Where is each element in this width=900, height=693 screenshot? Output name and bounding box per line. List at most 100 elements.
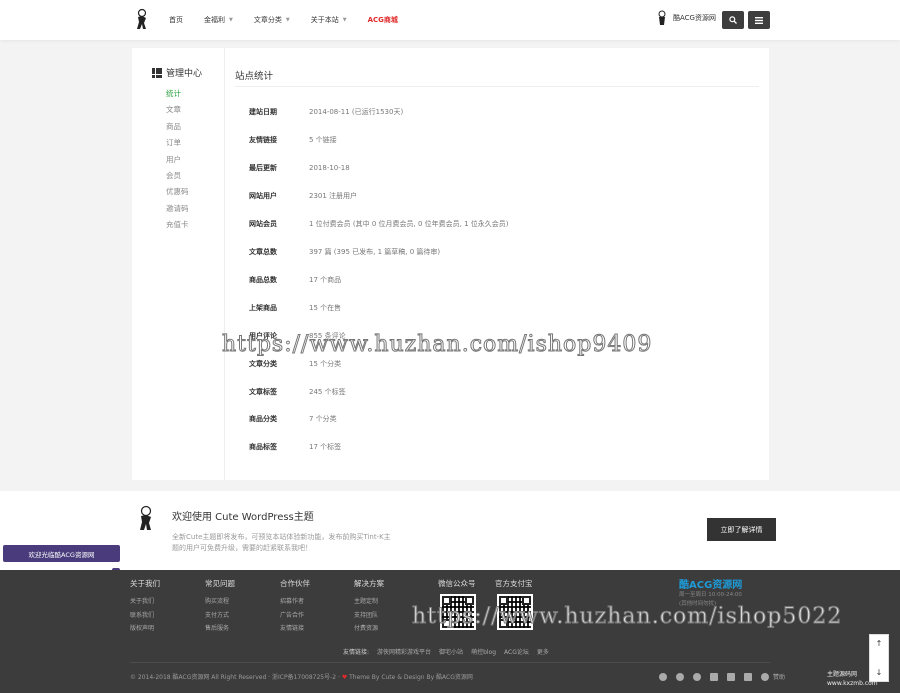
stat-value: 2301 注册用户 [309, 192, 358, 200]
stat-row: 文章标签 245 个标签 [249, 385, 346, 399]
stat-row: 商品总数 17 个商品 [249, 273, 341, 287]
welcome-avatar [140, 505, 152, 530]
sidebar-item[interactable]: 邀请码 [166, 201, 189, 217]
mail-icon[interactable] [710, 672, 718, 681]
admin-panel: 管理中心 统计 文章 商品 订单 用户 会员 优惠码 邀请码 充值卡 站点统计 建站日期 2014… [132, 48, 769, 480]
stat-row: 网站会员 1 位付费会员 (其中 0 位月费会员, 0 位年费会员, 1 位永久会… [249, 217, 509, 231]
welcome-banner: 欢迎使用 Cute WordPress主题 全新Cute主题即将发布，可预览本站… [0, 491, 900, 570]
sidebar-title: 管理中心 [152, 66, 202, 79]
stat-row: 网站用户 2301 注册用户 [249, 189, 357, 203]
stat-row: 友情链接 5 个链接 [249, 133, 337, 147]
footer-link[interactable]: 招募作者 [280, 595, 310, 609]
social-links: 赞助 [659, 672, 785, 681]
float-welcome-tag[interactable]: 欢迎光临 酷ACG资源网 [3, 545, 120, 562]
wechat-icon[interactable] [676, 672, 684, 681]
sidebar-item[interactable]: 会员 [166, 168, 189, 184]
watermark-text: https://www.huzhan.com/ishop9409 [221, 332, 653, 358]
stat-value: 15 个在售 [309, 304, 342, 312]
site-header: 首页 金福利 ▼ 文章分类 ▼ 关于本站 ▼ ACG商城 酷ACG资源网 [0, 0, 900, 40]
page-title: 站点统计 [235, 71, 274, 82]
sidebar-item[interactable]: 文章 [166, 102, 189, 118]
rss-icon[interactable] [727, 672, 735, 681]
qr-wechat-block: 微信公众号 [438, 579, 476, 588]
footer-link[interactable]: 广告合作 [280, 609, 310, 623]
stat-label: 文章标签 [249, 388, 277, 396]
nav-item[interactable]: ACG商城 [368, 15, 398, 25]
stat-value: 397 篇 (395 已发布, 1 篇草稿, 0 篇待审) [309, 248, 441, 256]
footer-link[interactable]: 售后服务 [205, 622, 235, 636]
stat-label: 文章总数 [249, 248, 277, 256]
search-icon [729, 16, 737, 24]
footer-link[interactable]: 联系我们 [130, 609, 160, 623]
grid-menu-icon[interactable] [744, 672, 752, 681]
sidebar-menu: 统计 文章 商品 订单 用户 会员 优惠码 邀请码 充值卡 [166, 86, 189, 234]
nav-item[interactable]: 金福利 ▼ [204, 15, 233, 25]
stat-label: 网站用户 [249, 192, 277, 200]
user-name[interactable]: 酷ACG资源网 [673, 13, 716, 23]
avatar [658, 10, 666, 25]
user-menu[interactable]: 酷ACG资源网 [656, 10, 716, 26]
friend-link[interactable]: 萌控blog [471, 647, 496, 656]
donate-icon[interactable] [761, 672, 769, 681]
site-logo[interactable] [134, 8, 150, 30]
sidebar-item[interactable]: 订单 [166, 135, 189, 151]
menu-button[interactable] [748, 11, 770, 29]
stat-label: 文章分类 [249, 360, 277, 368]
stat-value: 245 个标签 [309, 388, 346, 396]
stat-row: 文章分类 15 个分类 [249, 357, 341, 371]
welcome-description: 全新Cute主题即将发布，可预览本站体验新功能，发布前购买Tint-K主题的用户… [172, 533, 391, 552]
learn-more-button[interactable]: 立即了解详情 [707, 518, 776, 541]
stat-row: 建站日期 2014-08-11 (已运行1530天) [249, 105, 403, 119]
stat-row: 上架商品 15 个在售 [249, 301, 341, 315]
copyright: © 2014-2018 酷ACG资源网 All Right Reserved ·… [130, 674, 473, 681]
sidebar-item[interactable]: 充值卡 [166, 217, 189, 233]
chevron-down-icon: ▼ [342, 17, 347, 23]
footer-link[interactable]: 关于我们 [130, 595, 160, 609]
footer-column: 关于我们 关于我们 联系我们 版权声明 [130, 578, 160, 636]
footer-link[interactable]: 友情链接 [280, 622, 310, 636]
footer-link[interactable]: 购买流程 [205, 595, 235, 609]
qq-icon[interactable] [659, 672, 667, 681]
footer-link[interactable]: 支持团队 [354, 609, 384, 623]
stat-label: 商品分类 [249, 415, 277, 423]
nav-item[interactable]: 关于本站 ▼ [311, 15, 347, 25]
menu-icon [755, 16, 763, 24]
sidebar-item[interactable]: 用户 [166, 152, 189, 168]
stat-value: 7 个分类 [309, 415, 337, 423]
footer-link[interactable]: 付费资源 [354, 622, 384, 636]
stat-label: 商品标签 [249, 443, 277, 451]
admin-sidebar: 管理中心 统计 文章 商品 订单 用户 会员 优惠码 邀请码 充值卡 [132, 48, 225, 480]
stat-row: 最后更新 2018-10-18 [249, 161, 350, 175]
footer-link[interactable]: 版权声明 [130, 622, 160, 636]
footer-link[interactable]: 支付方式 [205, 609, 235, 623]
footer-column: 合作伙伴 招募作者 广告合作 友情链接 [280, 578, 310, 636]
sidebar-item[interactable]: 商品 [166, 119, 189, 135]
stats-content: 站点统计 建站日期 2014-08-11 (已运行1530天) 友情链接 5 个链接最… [225, 48, 769, 480]
footer-column: 常见问题 购买流程 支付方式 售后服务 [205, 578, 235, 636]
footer-divider [130, 662, 770, 663]
friend-link[interactable]: 游侠网精彩游戏平台 [377, 647, 431, 656]
stat-label: 商品总数 [249, 276, 277, 284]
stat-value: 2018-10-18 [309, 164, 350, 172]
friend-link[interactable]: 御宅小站 [439, 647, 463, 656]
friend-link[interactable]: 更多 [537, 647, 549, 656]
title-divider [235, 86, 759, 87]
stat-label: 友情链接 [249, 136, 277, 144]
nav-item[interactable]: 首页 [169, 15, 183, 25]
stat-value: 1 位付费会员 (其中 0 位月费会员, 0 位年费会员, 1 位永久会员) [309, 220, 509, 228]
stat-value: 17 个标签 [309, 443, 342, 451]
sidebar-item[interactable]: 统计 [166, 86, 189, 102]
nav-item[interactable]: 文章分类 ▼ [254, 15, 290, 25]
grid-icon [152, 67, 162, 78]
stat-row: 文章总数 397 篇 (395 已发布, 1 篇草稿, 0 篇待审) [249, 245, 440, 259]
qr-alipay-block: 官方支付宝 [495, 579, 533, 588]
stat-value: 2014-08-11 (已运行1530天) [309, 108, 404, 116]
friend-link[interactable]: ACG论坛 [504, 647, 529, 656]
footer-link[interactable]: 主题定制 [354, 595, 384, 609]
scroll-up-icon[interactable]: ↑ [876, 639, 883, 648]
stat-label: 网站会员 [249, 220, 277, 228]
weibo-icon[interactable] [693, 672, 701, 681]
chevron-down-icon: ▼ [229, 17, 233, 23]
sidebar-item[interactable]: 优惠码 [166, 184, 189, 200]
search-button[interactable] [722, 11, 744, 29]
